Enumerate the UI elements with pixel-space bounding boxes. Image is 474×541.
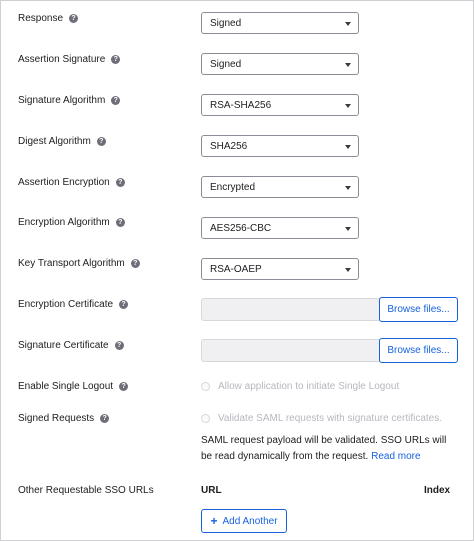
help-icon[interactable] [119,382,129,391]
single-logout-checkbox[interactable] [201,382,210,391]
label-text: Assertion Encryption [18,177,110,188]
select-value: RSA-SHA256 [210,99,272,111]
help-icon[interactable] [130,259,140,268]
caret-down-icon [345,22,351,26]
signed-requests-option[interactable]: Validate SAML requests with signature ce… [201,413,442,424]
select-value: SHA256 [210,140,248,152]
label-encryption-certificate: Encryption Certificate [18,299,129,310]
label-assertion-signature: Assertion Signature [18,54,121,65]
single-logout-option[interactable]: Allow application to initiate Single Log… [201,381,399,392]
help-icon[interactable] [69,14,79,23]
label-signature-certificate: Signature Certificate [18,340,124,351]
select-key-transport-algorithm[interactable]: RSA-OAEP [201,258,359,280]
label-text: Assertion Signature [18,54,106,65]
plus-icon: + [210,514,218,528]
label-key-transport-algorithm: Key Transport Algorithm [18,258,140,269]
settings-panel: Response Signed Assertion Signature Sign… [0,0,474,541]
browse-encryption-certificate-button[interactable]: Browse files... [379,297,458,322]
label-text: Other Requestable SSO URLs [18,485,154,496]
browse-signature-certificate-button[interactable]: Browse files... [379,338,458,363]
label-text: Key Transport Algorithm [18,258,125,269]
label-digest-algorithm: Digest Algorithm [18,136,106,147]
label-text: Digest Algorithm [18,136,91,147]
add-another-label: Add Another [222,515,278,527]
label-text: Signature Algorithm [18,95,106,106]
add-another-button[interactable]: + Add Another [201,509,287,533]
label-text: Signed Requests [18,413,95,424]
select-digest-algorithm[interactable]: SHA256 [201,135,359,157]
checkbox-label: Validate SAML requests with signature ce… [218,413,442,424]
label-text: Response [18,13,64,24]
read-more-link[interactable]: Read more [371,451,420,462]
help-icon[interactable] [96,137,106,146]
select-value: Encrypted [210,181,256,193]
select-assertion-encryption[interactable]: Encrypted [201,176,359,198]
label-assertion-encryption: Assertion Encryption [18,177,125,188]
label-single-logout: Enable Single Logout [18,381,129,392]
caret-down-icon [345,227,351,231]
label-text: Encryption Algorithm [18,217,110,228]
help-icon[interactable] [115,218,125,227]
select-value: Signed [210,58,242,70]
url-column-header: URL [201,485,222,496]
signed-requests-checkbox[interactable] [201,414,210,423]
label-response: Response [18,13,79,24]
help-icon[interactable] [114,341,124,350]
signature-certificate-field[interactable] [201,339,381,362]
select-value: AES256-CBC [210,222,272,234]
caret-down-icon [345,145,351,149]
help-icon[interactable] [111,96,121,105]
caret-down-icon [345,186,351,190]
signed-requests-note: SAML request payload will be validated. … [201,433,451,465]
label-text: Signature Certificate [18,340,109,351]
label-sso-urls: Other Requestable SSO URLs [18,485,154,496]
help-icon[interactable] [100,414,110,423]
help-icon[interactable] [111,55,121,64]
index-column-header: Index [424,485,451,496]
select-encryption-algorithm[interactable]: AES256-CBC [201,217,359,239]
select-value: Signed [210,17,242,29]
help-icon[interactable] [115,178,125,187]
label-signature-algorithm: Signature Algorithm [18,95,121,106]
label-text: Encryption Certificate [18,299,114,310]
checkbox-label: Allow application to initiate Single Log… [218,381,400,392]
encryption-certificate-field[interactable] [201,298,381,321]
caret-down-icon [345,268,351,272]
select-signature-algorithm[interactable]: RSA-SHA256 [201,94,359,116]
select-assertion-signature[interactable]: Signed [201,53,359,75]
label-encryption-algorithm: Encryption Algorithm [18,217,125,228]
label-text: Enable Single Logout [18,381,114,392]
help-icon[interactable] [119,300,129,309]
label-signed-requests: Signed Requests [18,413,110,424]
select-response[interactable]: Signed [201,12,359,34]
caret-down-icon [345,104,351,108]
select-value: RSA-OAEP [210,263,262,275]
caret-down-icon [345,63,351,67]
